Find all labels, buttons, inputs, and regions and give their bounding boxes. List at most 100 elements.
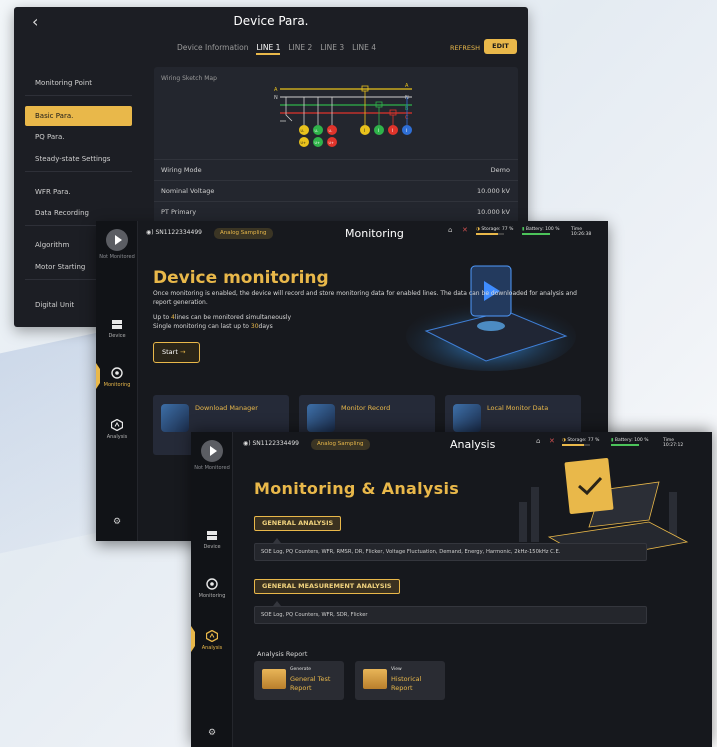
general-analysis-list: SOE Log, PQ Counters, WFR, RMSR, DR, Fli… xyxy=(254,543,647,561)
left-nav: Not Monitored Device Monitoring Analysis… xyxy=(191,432,233,747)
param-key: Wiring Mode xyxy=(161,166,202,174)
header: ‹ Device Para. xyxy=(14,7,528,37)
time-status: Time 10:26:38 xyxy=(571,227,591,237)
gear-icon[interactable]: ⚙ xyxy=(96,517,138,527)
serial-text: SN1122334499 xyxy=(252,440,299,447)
nav-label: Monitoring xyxy=(198,593,226,599)
tab-line-3[interactable]: LINE 3 xyxy=(320,43,344,55)
battery-icon: ▮ xyxy=(522,227,525,232)
storage-text: Storage: 77 % xyxy=(481,227,514,232)
phase-label: A xyxy=(405,83,409,89)
page-title: Analysis xyxy=(450,438,496,451)
gear-icon[interactable]: ⚙ xyxy=(191,728,233,738)
serial-number: ◉) SN1122334499 xyxy=(146,229,202,236)
current-label: I xyxy=(392,128,393,133)
analysis-screen: Not Monitored Device Monitoring Analysis… xyxy=(191,432,712,747)
sidebar-item-pq-para[interactable]: PQ Para. xyxy=(25,127,132,147)
sidebar-item-monitoring-point[interactable]: Monitoring Point xyxy=(25,73,132,93)
phase-label: A xyxy=(274,87,278,93)
folder-icon xyxy=(262,669,286,689)
monitor-status: Not Monitored xyxy=(194,465,230,471)
limit-text: days xyxy=(258,323,273,330)
storage-icon: ◑ xyxy=(476,227,480,232)
storage-bar xyxy=(476,233,504,235)
device-icon xyxy=(207,531,217,540)
page-heading: Device monitoring xyxy=(153,268,329,288)
current-label: I xyxy=(406,128,407,133)
general-test-report-card[interactable]: Generate General Test Report xyxy=(254,661,344,700)
sampling-badge: Analog Sampling xyxy=(214,228,273,239)
monitoring-icon xyxy=(206,578,218,590)
nav-analysis[interactable]: Analysis xyxy=(191,630,233,651)
battery-status: ▮ Battery: 100 % xyxy=(522,227,560,235)
page-title: Device Para. xyxy=(233,14,309,28)
refresh-button[interactable]: REFRESH xyxy=(450,44,480,52)
nav-device[interactable]: Device xyxy=(96,319,138,339)
divider xyxy=(25,171,132,172)
folder-icon xyxy=(363,669,387,689)
general-measurement-analysis-button[interactable]: GENERAL MEASUREMENT ANALYSIS xyxy=(254,579,400,594)
left-nav: Not Monitored Device Monitoring Analysis… xyxy=(96,221,138,541)
play-icon[interactable] xyxy=(201,440,223,462)
general-measurement-list: SOE Log, PQ Counters, WFR, SDR, Flicker xyxy=(254,606,647,624)
meter-label: U+ xyxy=(301,141,307,145)
battery-bar xyxy=(522,233,550,235)
local-monitor-data-icon xyxy=(453,404,481,432)
param-row[interactable]: Nominal Voltage 10.000 kV xyxy=(154,180,518,200)
param-row[interactable]: Wiring Mode Demo xyxy=(154,159,518,179)
historical-report-card[interactable]: View Historical Report xyxy=(355,661,445,700)
nav-label: Analysis xyxy=(106,434,128,440)
tab-line-2[interactable]: LINE 2 xyxy=(288,43,312,55)
nav-monitoring[interactable]: Monitoring xyxy=(96,367,138,388)
current-label: I xyxy=(364,128,365,133)
card-action: Generate xyxy=(290,667,312,672)
param-value: 10.000 kV xyxy=(476,208,510,216)
nav-label: Device xyxy=(108,333,126,339)
wiring-map-title: Wiring Sketch Map xyxy=(161,75,217,82)
limit-text: Up to xyxy=(153,314,172,321)
limits-text: Up to 4lines can be monitored simultaneo… xyxy=(153,313,291,331)
nav-analysis[interactable]: Analysis xyxy=(96,419,138,440)
analysis-report-title: Analysis Report xyxy=(257,650,308,658)
card-title: Download Manager xyxy=(195,404,258,412)
monitoring-illustration xyxy=(406,265,576,371)
tab-device-information[interactable]: Device Information xyxy=(177,43,248,55)
start-label: Start xyxy=(162,348,178,356)
time-value: 10:26:38 xyxy=(571,232,592,237)
nav-device[interactable]: Device xyxy=(191,530,233,550)
nav-monitoring[interactable]: Monitoring xyxy=(191,578,233,599)
tab-line-4[interactable]: LINE 4 xyxy=(352,43,376,55)
signal-off-icon: ✕ xyxy=(462,226,468,234)
start-button[interactable]: Start → xyxy=(153,342,200,363)
param-value: 10.000 kV xyxy=(476,187,510,195)
storage-status: ◑ Storage: 77 % xyxy=(476,227,513,235)
limit-text: lines can be monitored simultaneously xyxy=(174,314,292,321)
nav-label: Device xyxy=(203,544,221,550)
param-row[interactable]: PT Primary 10.000 kV xyxy=(154,201,518,221)
analysis-icon xyxy=(111,419,123,431)
serial-number: ◉) SN1122334499 xyxy=(243,440,299,447)
wiring-sketch-diagram: A N A N B C U- U- U- U+ xyxy=(274,83,412,147)
line-tabs: Device Information LINE 1 LINE 2 LINE 3 … xyxy=(177,43,376,55)
phase-label: N xyxy=(274,95,278,101)
sidebar-item-data-recording[interactable]: Data Recording xyxy=(25,203,132,223)
play-icon[interactable] xyxy=(106,229,128,251)
card-title: Monitor Record xyxy=(341,404,391,412)
page-heading: Monitoring & Analysis xyxy=(254,479,460,498)
current-label: I xyxy=(378,128,379,133)
card-title: General Test Report xyxy=(290,675,331,692)
sidebar-item-wfr-para[interactable]: WFR Para. xyxy=(25,182,132,202)
card-title: Historical Report xyxy=(391,675,422,692)
edit-button[interactable]: EDIT xyxy=(484,39,517,54)
limit-text: Single monitoring can last up to xyxy=(153,323,251,330)
download-manager-icon xyxy=(161,404,189,432)
description-text: Once monitoring is enabled, the device w… xyxy=(153,290,577,306)
sidebar-item-steady-state-settings[interactable]: Steady-state Settings xyxy=(25,149,132,169)
sidebar-item-basic-para[interactable]: Basic Para. xyxy=(25,106,132,126)
monitor-status: Not Monitored xyxy=(99,254,135,260)
general-analysis-button[interactable]: GENERAL ANALYSIS xyxy=(254,516,342,531)
battery-text: Battery: 100 % xyxy=(525,227,560,232)
page-title: Monitoring xyxy=(345,227,404,240)
nav-label: Analysis xyxy=(201,645,223,651)
tab-line-1[interactable]: LINE 1 xyxy=(256,43,281,55)
